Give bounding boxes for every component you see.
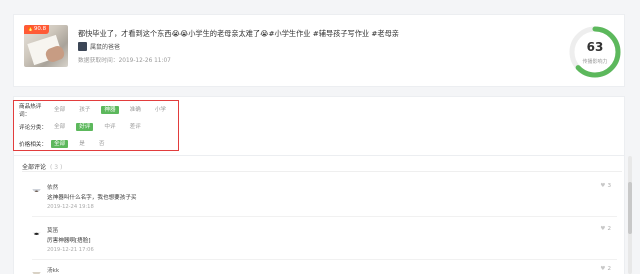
like-count[interactable]: ♥ 2 <box>600 266 611 272</box>
filter-option[interactable]: 准确 <box>127 106 144 114</box>
comments-count: ( 3 ) <box>50 164 63 171</box>
filter-option[interactable]: 全部 <box>51 106 68 114</box>
filter-option[interactable]: 全部 <box>51 123 68 131</box>
divider <box>22 171 622 172</box>
filter-option[interactable]: 中评 <box>101 123 118 131</box>
fire-icon: 🔥 <box>27 26 34 32</box>
comment-text: 厉害神器啊[捂脸] <box>47 238 91 244</box>
commenter-name[interactable]: 莫笛 <box>47 226 58 234</box>
comment-time: 2019-12-24 19:18 <box>47 204 94 210</box>
commenter-name[interactable]: 汤kk <box>47 266 59 274</box>
filter-label: 评论分类： <box>19 125 47 131</box>
influence-score-label: 传播影响力 <box>582 59 608 65</box>
comments-section-title: 全部评论( 3 ) <box>22 162 62 171</box>
commenter-name[interactable]: 依然 <box>47 183 58 191</box>
like-count[interactable]: ♥ 2 <box>600 226 611 232</box>
article-thumbnail[interactable]: 🔥90.8 <box>24 25 68 67</box>
filter-option-active[interactable]: 好评 <box>76 123 94 131</box>
scrollbar-thumb[interactable] <box>628 182 632 234</box>
filter-option[interactable]: 小学 <box>152 106 169 114</box>
comment-separator <box>32 259 617 260</box>
like-value: 2 <box>607 226 611 232</box>
author-name: 属鼠的爸爸 <box>90 44 121 51</box>
comment-separator <box>32 216 617 217</box>
filter-row-category: 评论分类： 全部 好评 中评 差评 <box>19 122 152 132</box>
comment-time: 2019-12-21 17:06 <box>47 247 94 253</box>
influence-score: 63 <box>586 40 604 54</box>
author-avatar <box>78 42 87 51</box>
like-value: 2 <box>607 266 611 272</box>
filter-option-active[interactable]: 神器 <box>101 106 119 114</box>
heart-icon: ♥ <box>600 266 606 272</box>
comments-title-text: 全部评论 <box>22 164 47 171</box>
commenter-avatar[interactable] <box>32 183 41 192</box>
like-count[interactable]: ♥ 3 <box>600 183 611 189</box>
commenter-avatar[interactable] <box>32 266 41 274</box>
heart-icon: ♥ <box>600 226 606 232</box>
filter-option[interactable]: 否 <box>96 140 108 148</box>
comment-text: 这神器叫什么名字，我也想要孩子买 <box>47 195 137 201</box>
influence-score-ring: 63 传播影响力 <box>566 23 624 81</box>
like-value: 3 <box>607 183 611 189</box>
comments-card <box>13 156 625 274</box>
filter-label: 商品热评词： <box>19 104 42 118</box>
article-title[interactable]: 都快毕业了，才看到这个东西😭😭小学生的老母亲太难了😭#小学生作业 #辅导孩子写作… <box>78 29 558 39</box>
badge-value: 90.8 <box>33 26 47 32</box>
heart-icon: ♥ <box>600 183 606 189</box>
play-count-badge: 🔥90.8 <box>24 25 50 34</box>
scrollbar[interactable] <box>628 156 632 274</box>
filter-row-price: 价格相关： 全部 是 否 <box>19 139 115 149</box>
filter-option[interactable]: 是 <box>76 140 88 148</box>
filter-option[interactable]: 差评 <box>127 123 144 131</box>
data-fetch-time: 数据获取时间：2019-12-26 11:07 <box>78 58 171 64</box>
filter-row-keywords: 商品热评词： 全部 孩子 神器 准确 小学 <box>19 104 177 118</box>
filter-option[interactable]: 孩子 <box>76 106 93 114</box>
article-card: 🔥90.8 都快毕业了，才看到这个东西😭😭小学生的老母亲太难了😭#小学生作业 #… <box>13 14 625 87</box>
filter-label: 价格相关： <box>19 142 47 148</box>
filter-option-active[interactable]: 全部 <box>51 140 69 148</box>
author[interactable]: 属鼠的爸爸 <box>78 42 120 51</box>
commenter-avatar[interactable] <box>32 226 41 235</box>
